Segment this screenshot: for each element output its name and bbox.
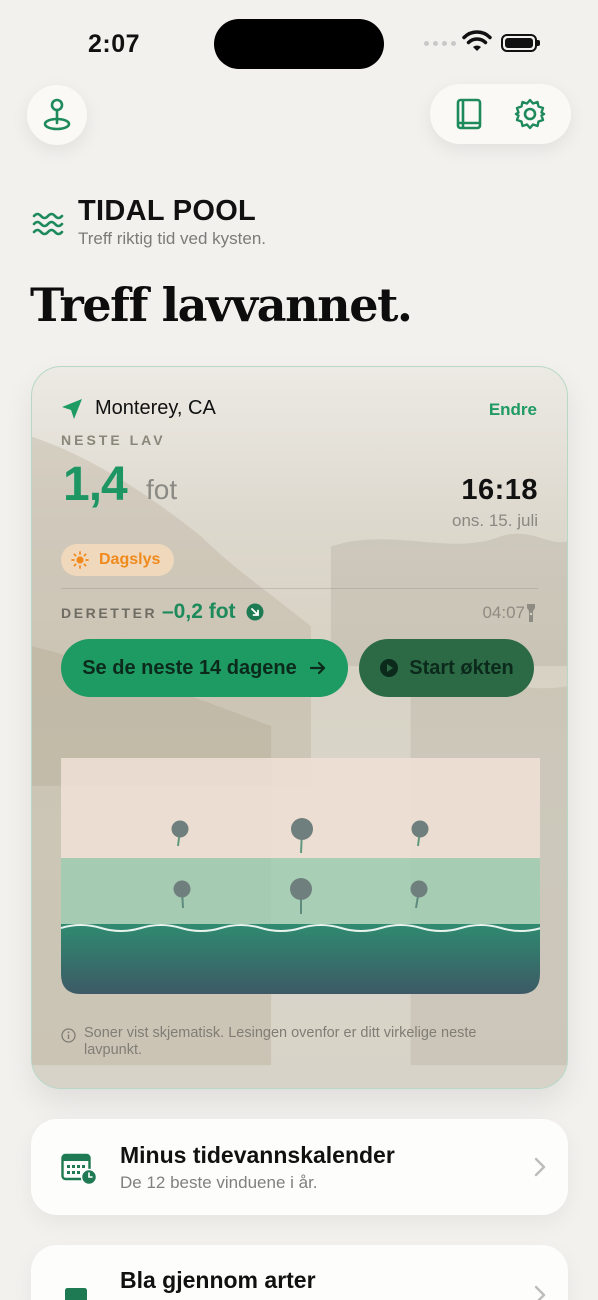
after-label: DERETTER [61,605,158,621]
flashlight-icon [527,604,535,622]
low-tide-date: ons. 15. juli [452,511,538,530]
start-session-button[interactable]: Start økten [359,639,534,697]
book-icon[interactable] [454,97,484,131]
location-arrow-icon [62,398,82,419]
dynamic-island [214,19,384,69]
start-session-label: Start økten [409,656,514,679]
top-actions [430,84,571,144]
list-item-title: Minus tidevannskalender [120,1142,395,1168]
status-bar: 2:07 [0,0,598,90]
daylight-label: Dagslys [99,551,161,568]
schematic-note-text: Soner vist skjematisk. Lesingen ovenfor … [84,1025,477,1058]
cellular-signal-icon [424,41,456,46]
sun-icon [71,551,89,569]
after-tide-time: 04:07 [482,603,525,622]
tide-height-unit: fot [146,474,178,505]
low-tide-time: 16:18 [461,474,538,506]
next-low-label: NESTE LAV [61,432,166,448]
list-item-subtitle: De 12 beste vinduene i år. [120,1173,318,1192]
change-location-link[interactable]: Endre [489,400,537,420]
waves-icon [32,212,64,236]
next-14-days-label: Se de neste 14 dagene [82,656,297,679]
after-value-row: –0,2 fot [162,600,264,624]
chevron-right-icon [534,1285,546,1300]
book-icon [65,1288,87,1300]
battery-icon [501,34,540,52]
app-title: TIDAL POOL [78,195,257,227]
location-name: Monterey, CA [95,397,216,419]
schematic-note: Soner vist skjematisk. Lesingen ovenfor … [61,1025,501,1059]
next-14-days-button[interactable]: Se de neste 14 dagene [61,639,348,697]
divider [61,588,538,589]
tide-zones-diagram [61,758,540,994]
list-item-browse-species[interactable]: Bla gjennom arter [31,1245,568,1300]
water-zone [61,924,540,994]
brand-header: TIDAL POOL Treff riktig tid ved kysten. [32,195,266,249]
wifi-icon [462,30,492,51]
app-subtitle: Treff riktig tid ved kysten. [78,229,267,248]
location-pin-button[interactable] [27,85,87,145]
chevron-right-icon [534,1157,546,1177]
next-low-tide-card: Monterey, CA Endre NESTE LAV 1,4 fot 16:… [31,366,568,1089]
play-circle-icon [380,659,399,677]
after-tide-value: –0,2 fot [162,600,236,623]
arrow-right-icon [309,661,325,675]
list-item-title: Bla gjennom arter [120,1267,316,1293]
info-icon [61,1028,76,1043]
arrow-down-right-icon [246,603,264,621]
list-item-minus-tide-calendar[interactable]: Minus tidevannskalender De 12 beste vind… [31,1119,568,1215]
tide-height-value: 1,4 [63,458,128,511]
page-title: Treff lavvannet. [30,278,413,332]
gear-icon[interactable] [513,97,547,131]
calendar-icon [61,1153,97,1185]
map-pin-icon [43,98,71,131]
status-time: 2:07 [88,30,141,58]
daylight-badge: Dagslys [61,544,175,576]
location-row: Monterey, CA [61,397,216,420]
